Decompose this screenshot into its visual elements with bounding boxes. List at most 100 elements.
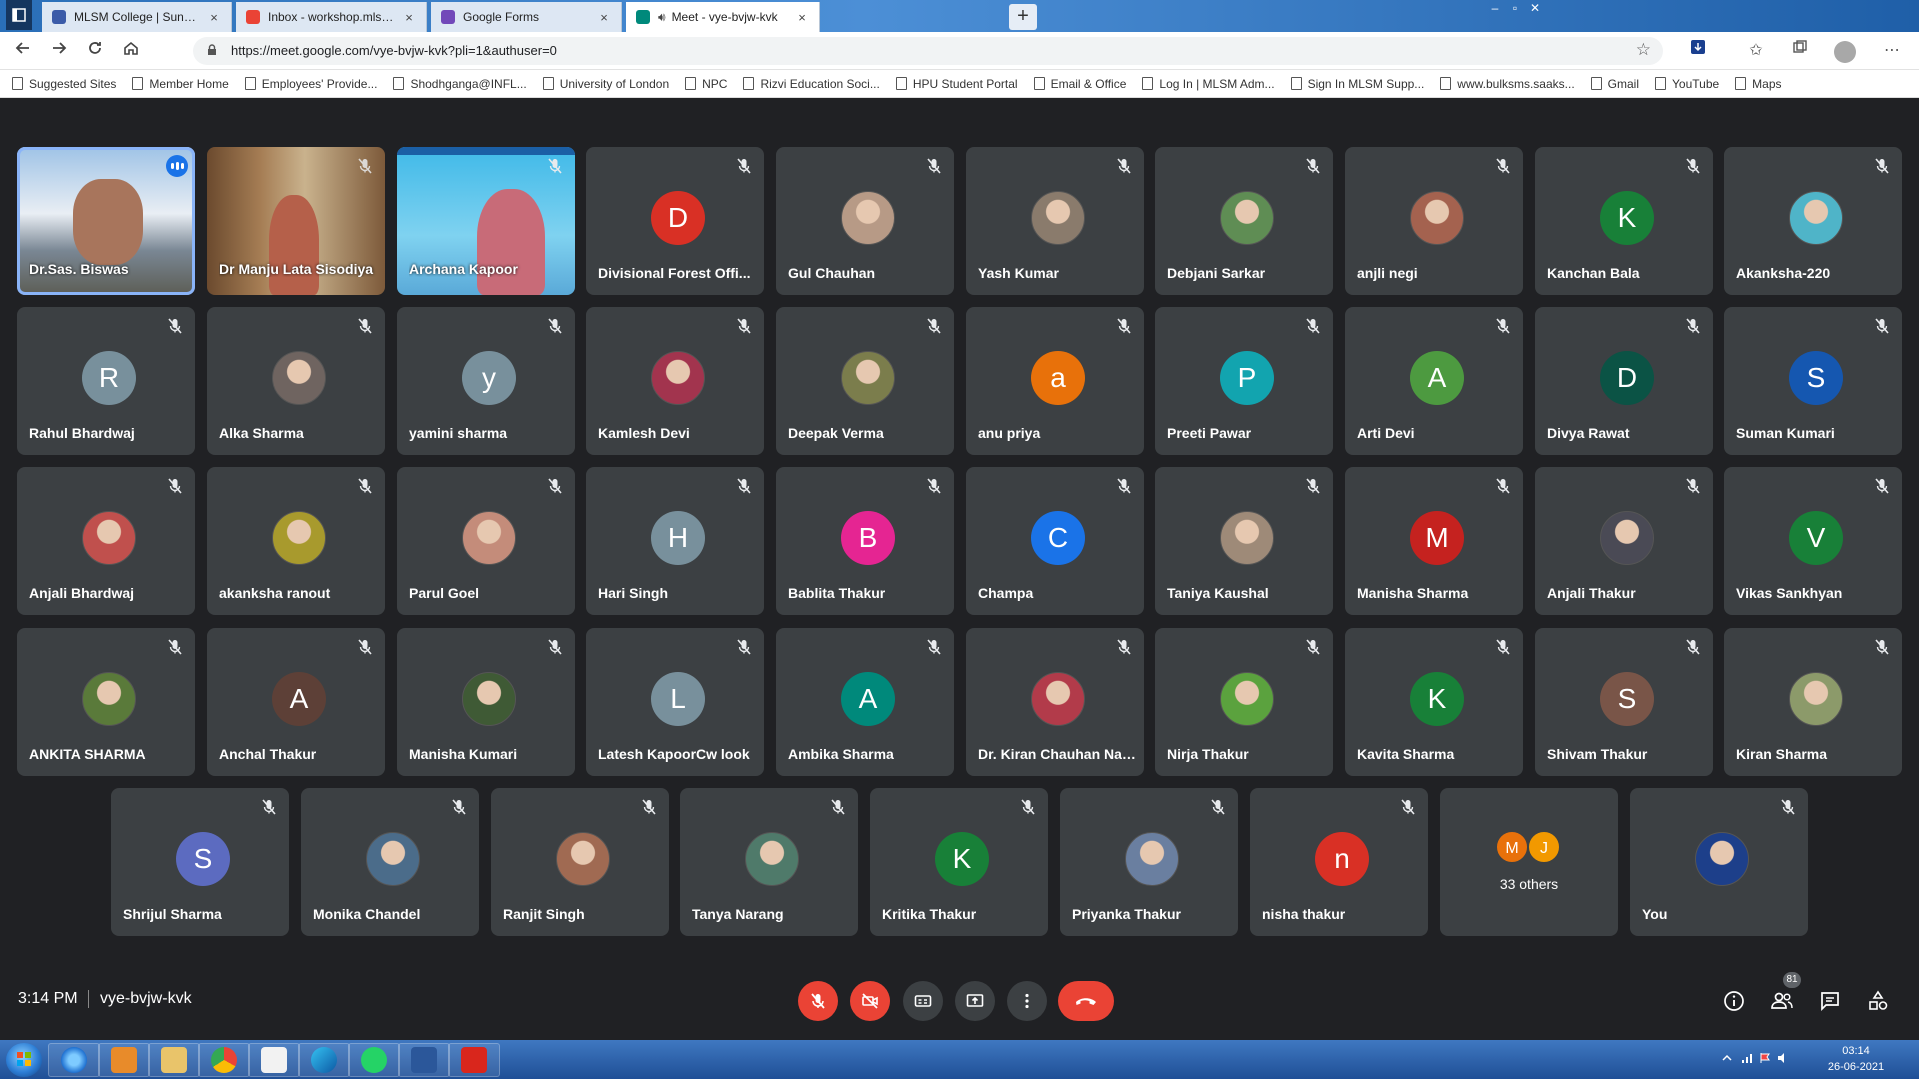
close-tab-icon[interactable]: × [597, 10, 611, 25]
participant-tile[interactable]: Anjali Thakur [1535, 467, 1713, 615]
participant-tile[interactable]: n nisha thakur [1250, 788, 1428, 936]
participant-tile[interactable]: Manisha Kumari [397, 628, 575, 776]
participant-tile[interactable]: A Ambika Sharma [776, 628, 954, 776]
participant-tile[interactable]: Monika Chandel [301, 788, 479, 936]
participant-video-tile[interactable]: Dr.Sas. Biswas [17, 147, 195, 295]
start-button[interactable] [6, 1043, 42, 1077]
participant-tile[interactable]: K Kavita Sharma [1345, 628, 1523, 776]
participant-tile[interactable]: H Hari Singh [586, 467, 764, 615]
close-tab-icon[interactable]: × [795, 10, 809, 25]
address-bar[interactable]: https://meet.google.com/vye-bvjw-kvk?pli… [193, 37, 1663, 65]
participant-tile[interactable]: A Arti Devi [1345, 307, 1523, 455]
taskbar-chat-app[interactable] [248, 1043, 300, 1077]
collections-icon[interactable] [1788, 39, 1812, 63]
bookmark-item[interactable]: Member Home [132, 77, 229, 91]
participant-tile[interactable]: a anu priya [966, 307, 1144, 455]
participant-tile[interactable]: Anjali Bhardwaj [17, 467, 195, 615]
participant-tile[interactable]: V Vikas Sankhyan [1724, 467, 1902, 615]
participant-tile[interactable]: D Divisional Forest Offi... [586, 147, 764, 295]
participant-tile[interactable]: M Manisha Sharma [1345, 467, 1523, 615]
participant-tile[interactable]: You [1630, 788, 1808, 936]
present-screen-button[interactable] [955, 981, 995, 1021]
tab-actions-button[interactable] [6, 0, 32, 30]
bookmark-item[interactable]: Maps [1735, 77, 1782, 91]
more-menu-icon[interactable]: ⋯ [1880, 39, 1904, 63]
volume-icon[interactable] [1777, 1052, 1789, 1064]
participant-tile[interactable]: Akanksha-220 [1724, 147, 1902, 295]
bookmark-item[interactable]: YouTube [1655, 77, 1719, 91]
microphone-toggle-button[interactable] [798, 981, 838, 1021]
participants-button[interactable] [1767, 986, 1797, 1016]
participant-tile[interactable]: Taniya Kaushal [1155, 467, 1333, 615]
participant-tile[interactable]: anjli negi [1345, 147, 1523, 295]
browser-tab[interactable]: Inbox - workshop.mlsm@gmail.c × [236, 2, 427, 32]
taskbar-clock-date[interactable]: 26-06-2021 [1821, 1061, 1891, 1073]
bookmark-item[interactable]: Shodhganga@INFL... [393, 77, 527, 91]
participant-tile[interactable]: Debjani Sarkar [1155, 147, 1333, 295]
bookmark-item[interactable]: Employees' Provide... [244, 77, 377, 91]
participant-tile[interactable]: Kamlesh Devi [586, 307, 764, 455]
bookmark-item[interactable]: University of London [542, 77, 669, 91]
bookmark-item[interactable]: Sign In MLSM Supp... [1290, 77, 1424, 91]
url-text[interactable]: https://meet.google.com/vye-bvjw-kvk?pli… [231, 43, 557, 58]
close-window-button[interactable]: ✕ [1523, 0, 1547, 18]
chat-button[interactable] [1815, 986, 1845, 1016]
captions-button[interactable] [903, 981, 943, 1021]
profile-avatar[interactable] [1834, 41, 1856, 63]
participant-tile[interactable]: C Champa [966, 467, 1144, 615]
bookmark-item[interactable]: www.bulksms.saaks... [1440, 77, 1575, 91]
bookmark-star-icon[interactable]: ☆ [1636, 40, 1651, 60]
reload-button[interactable] [82, 39, 108, 63]
taskbar-media-player[interactable] [98, 1043, 150, 1077]
participant-tile[interactable]: K Kritika Thakur [870, 788, 1048, 936]
new-tab-button[interactable]: + [1009, 4, 1037, 30]
participant-video-tile[interactable]: Archana Kapoor [397, 147, 575, 295]
forward-button[interactable] [46, 39, 72, 63]
camera-toggle-button[interactable] [850, 981, 890, 1021]
participant-tile[interactable]: Priyanka Thakur [1060, 788, 1238, 936]
participant-tile[interactable]: ANKITA SHARMA [17, 628, 195, 776]
other-participants-tile[interactable]: M J 33 others [1440, 788, 1618, 936]
participant-tile[interactable]: S Suman Kumari [1724, 307, 1902, 455]
participant-tile[interactable]: Ranjit Singh [491, 788, 669, 936]
taskbar-edge[interactable] [298, 1043, 350, 1077]
more-options-button[interactable] [1007, 981, 1047, 1021]
taskbar-clock-time[interactable]: 03:14 [1821, 1045, 1891, 1057]
bookmark-item[interactable]: Rizvi Education Soci... [743, 77, 880, 91]
network-signal-icon[interactable] [1741, 1052, 1753, 1064]
activities-button[interactable] [1863, 986, 1893, 1016]
bookmark-item[interactable]: Email & Office [1033, 77, 1126, 91]
close-tab-icon[interactable]: × [402, 10, 416, 25]
meeting-details-button[interactable] [1719, 986, 1749, 1016]
leave-call-button[interactable] [1058, 981, 1114, 1021]
favorites-icon[interactable]: ✩ [1744, 39, 1768, 63]
browser-tab[interactable]: 🔊︎ Meet - vye-bvjw-kvk × [626, 2, 820, 32]
participant-tile[interactable]: Tanya Narang [680, 788, 858, 936]
participant-tile[interactable]: K Kanchan Bala [1535, 147, 1713, 295]
participant-tile[interactable]: Kiran Sharma [1724, 628, 1902, 776]
participant-tile[interactable]: R Rahul Bhardwaj [17, 307, 195, 455]
participant-tile[interactable]: P Preeti Pawar [1155, 307, 1333, 455]
participant-tile[interactable]: Gul Chauhan [776, 147, 954, 295]
taskbar-internet-explorer[interactable] [48, 1043, 100, 1077]
participant-tile[interactable]: S Shivam Thakur [1535, 628, 1713, 776]
taskbar-whatsapp[interactable] [348, 1043, 400, 1077]
back-button[interactable] [10, 39, 36, 63]
participant-tile[interactable]: Nirja Thakur [1155, 628, 1333, 776]
bookmark-item[interactable]: NPC [685, 77, 727, 91]
participant-tile[interactable]: Yash Kumar [966, 147, 1144, 295]
participant-tile[interactable]: S Shrijul Sharma [111, 788, 289, 936]
home-button[interactable] [118, 39, 144, 63]
taskbar-acrobat[interactable] [448, 1043, 500, 1077]
participant-tile[interactable]: Alka Sharma [207, 307, 385, 455]
browser-tab[interactable]: Google Forms × [431, 2, 622, 32]
participant-tile[interactable]: L Latesh KapoorCw look [586, 628, 764, 776]
participant-tile[interactable]: y yamini sharma [397, 307, 575, 455]
participant-tile[interactable]: Deepak Verma [776, 307, 954, 455]
participant-tile[interactable]: Parul Goel [397, 467, 575, 615]
browser-tab[interactable]: MLSM College | Sundernagar, M × [42, 2, 232, 32]
participant-tile[interactable]: A Anchal Thakur [207, 628, 385, 776]
taskbar-file-explorer[interactable] [148, 1043, 200, 1077]
bookmark-item[interactable]: Suggested Sites [12, 77, 116, 91]
participant-tile[interactable]: akanksha ranout [207, 467, 385, 615]
